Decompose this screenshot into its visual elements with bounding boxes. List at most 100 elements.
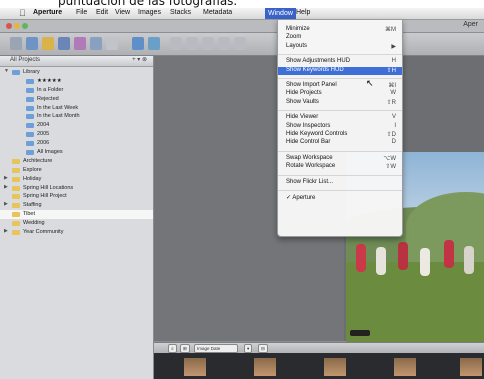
tree-item-label: Explore (23, 166, 42, 173)
tree-item[interactable]: 2005 (0, 130, 153, 139)
sort-direction-button[interactable]: ▾ (244, 344, 253, 353)
tree-item-label: ★★★★★ (37, 77, 62, 84)
tree-item[interactable]: ★★★★★ (0, 77, 153, 86)
menu-window[interactable]: Window (265, 8, 296, 19)
tree-item[interactable]: ▶ Spring Hill Locations (0, 184, 153, 193)
tree-item[interactable]: Tibet (0, 210, 153, 220)
menu-item-show-vaults[interactable]: Show Vaults ⇧R (278, 99, 402, 107)
menu-item-hide-projects[interactable]: Hide Projects W (278, 90, 402, 98)
photo-dancer (398, 242, 408, 270)
menu-item-label: Show Import Panel (286, 82, 337, 88)
filmstrip-thumbnail[interactable] (394, 358, 416, 376)
menu-item-rotate-workspace[interactable]: Rotate Workspace ⇧W (278, 163, 402, 171)
menu-item-minimize[interactable]: Minimize ⌘M (278, 26, 402, 34)
filmstrip-thumbnail[interactable] (184, 358, 206, 376)
tree-item[interactable]: All Images (0, 148, 153, 157)
tree-item[interactable]: Wedding (0, 219, 153, 228)
menu-item-aperture[interactable]: ✓ Aperture (278, 194, 402, 202)
window-titlebar: Aper (0, 20, 484, 33)
toolbar-viewer-icon[interactable] (148, 37, 160, 50)
disclosure-closed-icon[interactable]: ▶ (4, 201, 8, 207)
viewer-control-bar[interactable] (350, 330, 370, 336)
toolbar-import-icon[interactable] (132, 37, 144, 50)
toolbar-album-icon[interactable] (42, 37, 54, 50)
menu-item-hide-viewer[interactable]: Hide Viewer V (278, 114, 402, 122)
tree-item[interactable]: Rejected (0, 95, 153, 104)
toolbar-book-icon[interactable] (74, 37, 86, 50)
menu-edit[interactable]: Edit (96, 9, 108, 16)
toolbar-light-table-icon[interactable] (90, 37, 102, 50)
filmstrip-thumbnail[interactable] (460, 358, 482, 376)
menu-file[interactable]: File (76, 9, 87, 16)
menu-item-show-flickr-list[interactable]: Show Flickr List... (278, 179, 402, 187)
menu-separator (278, 190, 402, 191)
tree-item-label: Staffing (23, 202, 42, 209)
menu-item-shortcut: ⇧R (386, 99, 396, 106)
tree-item[interactable]: Spring Hill Project (0, 192, 153, 201)
toolbar-lift-icon[interactable] (234, 37, 246, 50)
filmstrip-thumbnail[interactable] (254, 358, 276, 376)
tree-item[interactable]: In the Last Week (0, 104, 153, 113)
menu-item-shortcut: W (390, 90, 396, 97)
toolbar-stack-icon[interactable] (186, 37, 198, 50)
project-scope-select[interactable]: All Projects (10, 57, 40, 63)
menu-item-show-inspectors[interactable]: Show Inspectors I (278, 123, 402, 131)
toolbar-straighten-icon[interactable] (218, 37, 230, 50)
tree-item-label: 2006 (37, 140, 50, 147)
menu-item-swap-workspace[interactable]: Swap Workspace ⌥W (278, 155, 402, 163)
menu-item-show-import-panel[interactable]: Show Import Panel ⌘I (278, 82, 402, 90)
menu-item-hide-control-bar[interactable]: Hide Control Bar D (278, 139, 402, 147)
toolbar-smart-album-icon[interactable] (58, 37, 70, 50)
disclosure-open-icon[interactable]: ▼ (4, 68, 9, 74)
apple-icon[interactable]:  (19, 8, 26, 18)
menu-item-show-keywords-hud[interactable]: Show Keywords HUD ⇧H (278, 66, 402, 75)
filmstrip-grid-view-button[interactable]: ⊞ (180, 344, 190, 353)
disclosure-closed-icon[interactable]: ▶ (4, 175, 8, 181)
menu-item-hide-keyword-controls[interactable]: Hide Keyword Controls ⇧D (278, 131, 402, 139)
tree-item[interactable]: ▶ Holiday (0, 175, 153, 184)
tree-item[interactable]: 2004 (0, 121, 153, 130)
filmstrip-size-button[interactable]: ⊟ (258, 344, 268, 353)
toolbar-folder-icon[interactable] (26, 37, 38, 50)
filmstrip (154, 353, 484, 379)
menu-item-shortcut: ⌥W (383, 155, 396, 162)
filmstrip-thumbnail[interactable] (324, 358, 346, 376)
filmstrip-list-view-button[interactable]: ≡ (168, 344, 177, 353)
menu-item-label: Hide Control Bar (286, 139, 331, 146)
panel-controls-icon[interactable]: + ▾ ⊗ (132, 56, 147, 63)
sort-by-select[interactable]: Image Date (194, 344, 238, 353)
tree-item[interactable]: Architecture (0, 157, 153, 166)
menu-item-show-adjustments-hud[interactable]: Show Adjustments HUD H (278, 58, 402, 66)
toolbar-crop-icon[interactable] (202, 37, 214, 50)
toolbar-rotate-icon[interactable] (170, 37, 182, 50)
photo-dancer (444, 240, 454, 268)
menu-item-layouts[interactable]: Layouts ▶ (278, 43, 402, 51)
menu-item-label: Hide Projects (286, 90, 322, 97)
tree-item[interactable]: ▶ Year Community (0, 228, 153, 237)
tree-item-label: Rejected (37, 95, 59, 102)
menu-item-shortcut: ⇧H (386, 67, 396, 74)
menu-aperture[interactable]: Aperture (33, 9, 62, 16)
project-folder-icon (12, 185, 20, 191)
menu-item-shortcut: ⌘I (388, 83, 396, 89)
menu-images[interactable]: Images (138, 9, 161, 16)
photo-dancer (376, 247, 386, 275)
toolbar-new-project-icon[interactable] (10, 37, 22, 50)
disclosure-closed-icon[interactable]: ▶ (4, 228, 8, 234)
tree-item[interactable]: Explore (0, 166, 153, 175)
disclosure-closed-icon[interactable]: ▶ (4, 184, 8, 190)
menu-item-shortcut: ⌘M (385, 27, 396, 33)
menu-view[interactable]: View (115, 9, 130, 16)
menu-item-label: Show Flickr List... (286, 178, 334, 185)
tree-item[interactable]: 2006 (0, 139, 153, 148)
tree-item[interactable]: In a Folder (0, 86, 153, 95)
menu-stacks[interactable]: Stacks (170, 9, 191, 16)
tree-item[interactable]: ▼ Library (0, 68, 153, 77)
toolbar-web-icon[interactable] (106, 37, 118, 50)
menu-item-zoom[interactable]: Zoom (278, 34, 402, 42)
menu-metadata[interactable]: Metadata (203, 9, 232, 16)
menu-help[interactable]: Help (296, 9, 310, 16)
window-controls[interactable] (6, 23, 12, 29)
tree-item[interactable]: ▶ Staffing (0, 201, 153, 210)
tree-item[interactable]: In the Last Month (0, 112, 153, 121)
